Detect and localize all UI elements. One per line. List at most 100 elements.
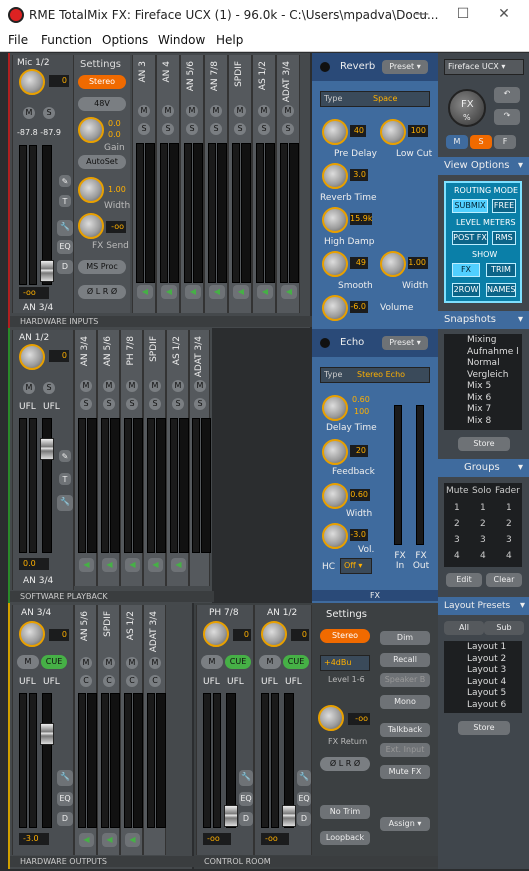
channel-name[interactable]: AN 5/6	[186, 61, 196, 91]
channel-name[interactable]: ADAT 3/4	[194, 336, 204, 377]
mute-button[interactable]: M	[138, 105, 150, 117]
layout-presets-header[interactable]: Layout Presets ▾	[438, 597, 529, 615]
layout-item[interactable]: Layout 1	[445, 642, 521, 654]
delay-time-knob[interactable]	[322, 395, 348, 421]
solo-button[interactable]: S	[43, 107, 55, 119]
mute-button[interactable]: M	[126, 657, 138, 669]
layout-sub-tab[interactable]: Sub	[484, 621, 524, 635]
phase-buttons[interactable]: Ø L R Ø	[78, 285, 126, 299]
no-trim-button[interactable]: No Trim	[320, 805, 370, 819]
channel-arrow-icon[interactable]: ◀	[102, 558, 117, 572]
solo-button[interactable]: S	[258, 123, 270, 135]
close-icon[interactable]: ✕	[494, 4, 514, 24]
d-button[interactable]: D	[57, 260, 73, 274]
reverb-preset-dropdown[interactable]: Preset ▾	[382, 60, 428, 74]
channel-name[interactable]: AS 1/2	[172, 336, 182, 365]
solo-button[interactable]: S	[162, 123, 174, 135]
reverb-time-knob[interactable]	[322, 163, 348, 189]
channel-arrow-icon[interactable]: ◀	[233, 285, 249, 299]
trim-lock-icon[interactable]: ✎	[59, 175, 71, 187]
snapshot-item[interactable]: Vergleich	[445, 369, 521, 382]
channel-name[interactable]: AN 7/8	[210, 61, 220, 91]
reverb-width-knob[interactable]	[380, 251, 406, 277]
reverb-enable-led[interactable]	[320, 62, 330, 72]
loopback-button[interactable]: Loopback	[320, 831, 370, 845]
wrench-icon[interactable]: 🔧	[57, 770, 73, 786]
volume-fader[interactable]	[193, 143, 203, 283]
layout-item[interactable]: Layout 3	[445, 665, 521, 677]
solo-button[interactable]: S	[234, 123, 246, 135]
main-volume-knob[interactable]: FX %	[448, 89, 486, 127]
channel-name[interactable]: AN 5/6	[103, 336, 113, 366]
channel-name[interactable]: AN 1/2	[19, 333, 49, 343]
wrench-icon[interactable]: 🔧	[239, 770, 253, 786]
echo-preset-dropdown[interactable]: Preset ▾	[382, 336, 428, 350]
reverb-volume-knob[interactable]	[322, 295, 348, 321]
feedback-knob[interactable]	[322, 439, 348, 465]
channel-arrow-icon[interactable]: ◀	[125, 833, 140, 847]
channel-name[interactable]: SPDIF	[234, 61, 244, 87]
menu-options[interactable]: Options	[102, 33, 148, 47]
pan-knob[interactable]	[19, 344, 45, 370]
mute-button[interactable]: M	[17, 655, 39, 669]
channel-name[interactable]: AS 1/2	[126, 611, 136, 640]
mute-button[interactable]: M	[258, 105, 270, 117]
snapshots-header[interactable]: Snapshots ▾	[438, 311, 529, 329]
ms-proc-button[interactable]: MS Proc	[78, 260, 126, 274]
phantom-48v-button[interactable]: 48V	[78, 97, 126, 111]
ext-input-button[interactable]: Ext. Input	[380, 743, 430, 757]
groups-clear-button[interactable]: Clear	[486, 573, 522, 587]
group-fader-3[interactable]: 3	[506, 535, 512, 545]
eq-button[interactable]: EQ	[57, 792, 73, 806]
d-button[interactable]: D	[57, 812, 73, 826]
volume-fader[interactable]	[217, 143, 227, 283]
speaker-b-button[interactable]: Speaker B	[380, 673, 430, 687]
layout-item[interactable]: Layout 2	[445, 653, 521, 666]
volume-fader[interactable]	[133, 418, 143, 553]
menu-help[interactable]: Help	[216, 33, 243, 47]
fader-cap[interactable]	[40, 723, 54, 745]
echo-width-knob[interactable]	[322, 483, 348, 509]
eq-button[interactable]: EQ	[297, 792, 311, 806]
volume-fader[interactable]	[241, 143, 251, 283]
submix-button[interactable]: SUBMIX	[452, 199, 488, 213]
pan-knob[interactable]	[203, 621, 229, 647]
snapshot-store-button[interactable]: Store	[458, 437, 510, 451]
autoset-button[interactable]: AutoSet	[78, 155, 126, 169]
channel-arrow-icon[interactable]: ◀	[79, 558, 94, 572]
channel-name[interactable]: AS 1/2	[258, 61, 268, 90]
cue-button[interactable]: CUE	[225, 655, 251, 669]
solo-button[interactable]: S	[172, 398, 184, 410]
mute-button[interactable]: M	[194, 380, 206, 392]
cue-button[interactable]: C	[149, 675, 161, 687]
solo-button[interactable]: S	[138, 123, 150, 135]
snapshot-item[interactable]: Mix 7	[445, 404, 521, 416]
solo-button[interactable]: S	[149, 398, 161, 410]
solo-button[interactable]: S	[103, 398, 115, 410]
high-damp-knob[interactable]	[322, 207, 348, 233]
mute-button[interactable]: M	[23, 107, 35, 119]
undo-icon[interactable]: ↶	[494, 87, 520, 103]
channel-name[interactable]: AN 3	[138, 61, 148, 82]
channel-name[interactable]: SPDIF	[149, 336, 159, 362]
volume-fader[interactable]	[87, 693, 97, 828]
s-button[interactable]: S	[470, 135, 492, 149]
mute-button[interactable]: M	[149, 380, 161, 392]
mute-button[interactable]: M	[149, 657, 161, 669]
volume-fader[interactable]	[133, 693, 143, 828]
volume-fader[interactable]	[156, 693, 166, 828]
volume-fader[interactable]	[145, 143, 155, 283]
stereo-button[interactable]: Stereo	[320, 629, 370, 643]
level-dropdown[interactable]: +4dBu	[320, 655, 370, 671]
group-fader-1[interactable]: 1	[506, 503, 512, 513]
group-fader-2[interactable]: 2	[506, 519, 512, 529]
pan-knob[interactable]	[19, 621, 45, 647]
mono-button[interactable]: Mono	[380, 695, 430, 709]
smooth-knob[interactable]	[322, 251, 348, 277]
volume-fader[interactable]	[179, 418, 189, 553]
volume-fader[interactable]	[110, 418, 120, 553]
fader-cap[interactable]	[40, 438, 54, 460]
volume-fader[interactable]	[110, 693, 120, 828]
groups-header[interactable]: Groups ▾	[438, 459, 529, 477]
recall-button[interactable]: Recall	[380, 653, 430, 667]
